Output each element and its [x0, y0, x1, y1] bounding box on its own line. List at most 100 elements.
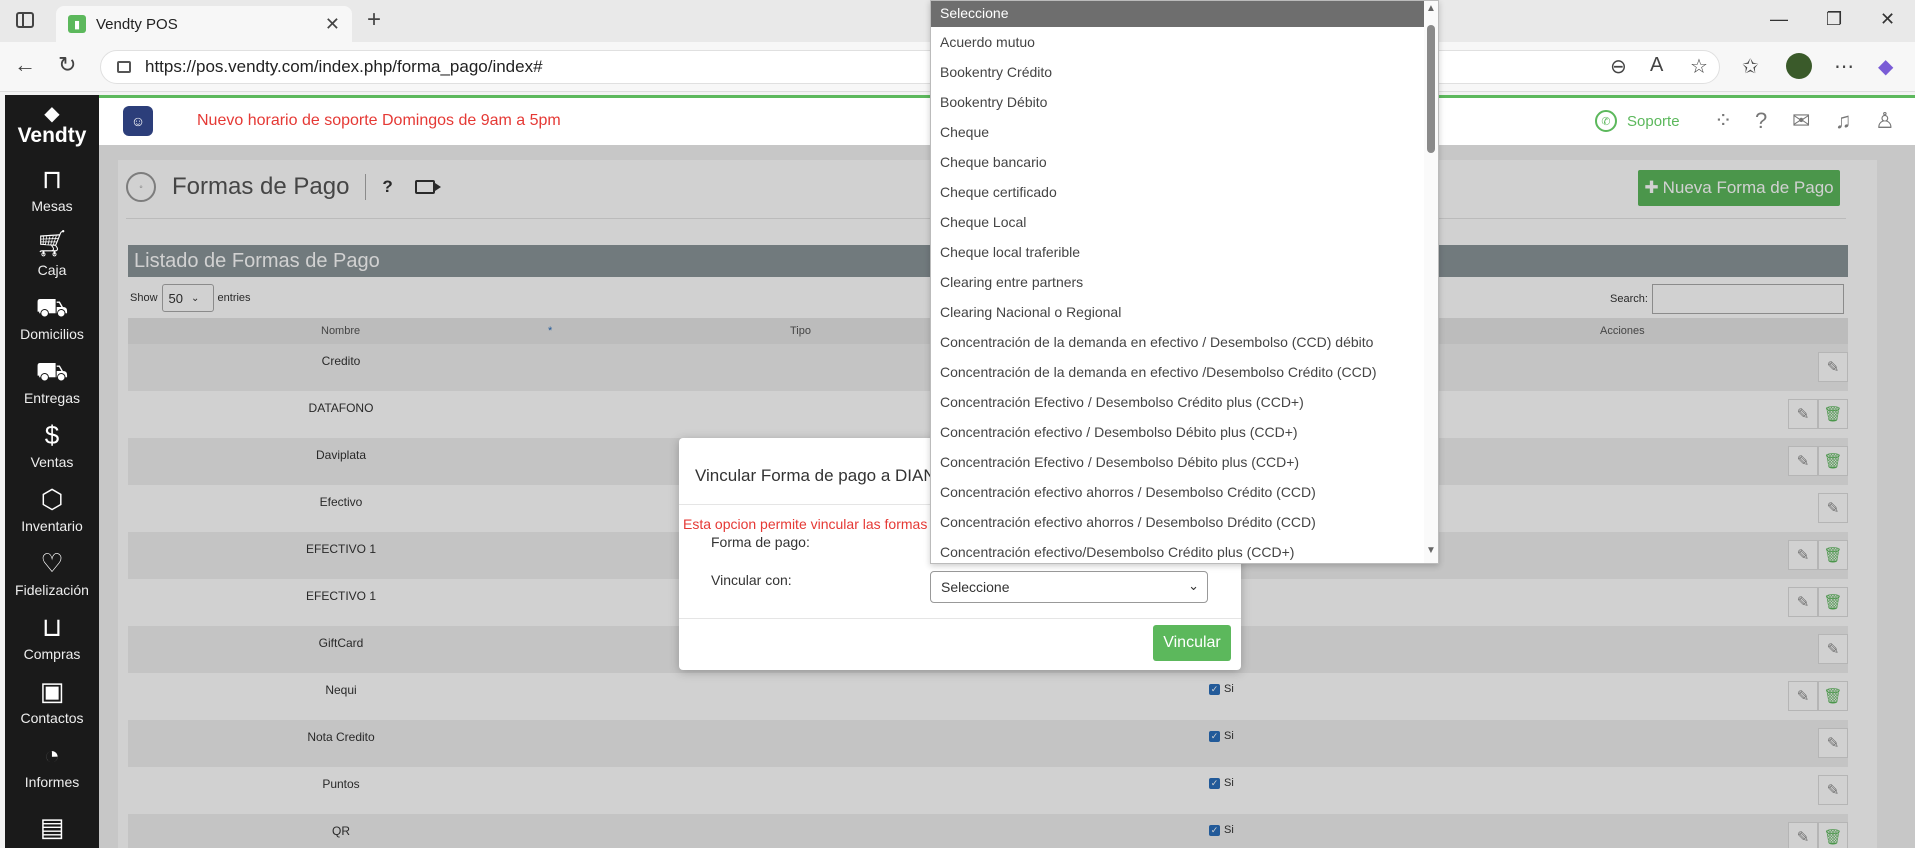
browser-tab[interactable]: ▮ Vendty POS ✕ [56, 6, 352, 42]
url-text: https://pos.vendty.com/index.php/forma_p… [145, 57, 543, 76]
cart-icon: 🛒︎ [35, 228, 69, 258]
pie-chart-icon: ◔ [44, 740, 60, 770]
vincular-button[interactable]: Vincular [1153, 625, 1231, 661]
dropdown-option[interactable]: Bookentry Crédito [931, 57, 1438, 87]
close-tab-icon[interactable]: ✕ [325, 14, 340, 35]
dropdown-option[interactable]: Cheque bancario [931, 147, 1438, 177]
modal-footer-divider [679, 618, 1241, 619]
sidebar-item-contactos[interactable]: ▣ Contactos [5, 669, 99, 733]
mail-icon[interactable]: ✉ [1792, 108, 1810, 134]
vendty-favicon-icon: ▮ [68, 15, 86, 33]
more-menu-icon[interactable]: ⋯ [1834, 54, 1854, 79]
sidebar-item-label: Caja [37, 262, 67, 278]
forma-pago-label: Forma de pago: [711, 534, 810, 550]
sidebar-item-label: Ventas [30, 454, 74, 470]
scroll-up-icon[interactable]: ▲ [1426, 3, 1436, 14]
modal-warning: Esta opcion permite vincular las formas [683, 516, 928, 532]
dropdown-option[interactable]: Clearing entre partners [931, 267, 1438, 297]
dropdown-option[interactable]: Concentración efectivo/Desembolso Crédit… [931, 537, 1438, 563]
app-sidebar: ◆ Vendty ⊓ Mesas 🛒︎ Caja ⛟ Domicilios ⛟ Entr… [5, 95, 99, 848]
modal-title: Vincular Forma de pago a DIAN [695, 466, 936, 485]
sidebar-item-entregas[interactable]: ⛟ Entregas [5, 349, 99, 413]
box-icon: ⬡ [40, 484, 64, 514]
sidebar-item-label: Compras [23, 646, 81, 662]
favorites-icon[interactable]: ✩ [1742, 54, 1759, 79]
bell-icon[interactable]: ♫ [1835, 108, 1852, 134]
dropdown-option[interactable]: Cheque [931, 117, 1438, 147]
dropdown-options: Seleccione Acuerdo mutuo Bookentry Crédito… [931, 1, 1438, 563]
site-info-icon[interactable] [117, 61, 131, 73]
vendty-logo[interactable]: ◆ Vendty [5, 95, 99, 157]
vincular-con-label: Vincular con: [711, 572, 792, 588]
sidebar-item-caja[interactable]: 🛒︎ Caja [5, 221, 99, 285]
shopping-bag-icon: ⊔ [41, 612, 63, 642]
dropdown-option[interactable]: Concentración efectivo ahorros / Desembo… [931, 477, 1438, 507]
sidebar-item-mesas[interactable]: ⊓ Mesas [5, 157, 99, 221]
support-label: Soporte [1627, 112, 1680, 130]
help-icon[interactable]: ? [1755, 108, 1767, 134]
dropdown-option[interactable]: Bookentry Débito [931, 87, 1438, 117]
sidebar-item-domicilios[interactable]: ⛟ Domicilios [5, 285, 99, 349]
vendty-logo-icon: ◆ [44, 103, 60, 125]
dropdown-option[interactable]: Concentración de la demanda en efectivo … [931, 327, 1438, 357]
restore-icon[interactable]: ❐ [1826, 9, 1842, 30]
sidebar-item-label: Mesas [31, 198, 73, 214]
copilot-icon[interactable]: ◆ [1878, 54, 1893, 79]
dropdown-option-selected[interactable]: Seleccione [931, 1, 1438, 27]
scrollbar-thumb[interactable] [1427, 25, 1435, 153]
support-bot-icon[interactable]: ☺ [123, 106, 153, 136]
whatsapp-icon: ✆ [1595, 110, 1617, 132]
sidebar-item-label: Informes [24, 774, 80, 790]
sidebar-item-fidelizacion[interactable]: ♡ Fidelización [5, 541, 99, 605]
logo-text: Vendty [17, 124, 87, 147]
zoom-out-icon[interactable]: ⊖ [1610, 54, 1627, 79]
back-icon[interactable]: ← [14, 52, 36, 78]
register-icon: ▤ [39, 812, 65, 842]
truck-icon: ⛟ [35, 356, 69, 386]
dropdown-option[interactable]: Concentración Efectivo / Desembolso Créd… [931, 387, 1438, 417]
sidebar-item-ventas[interactable]: $ Ventas [5, 413, 99, 477]
minimize-icon[interactable]: — [1770, 9, 1788, 30]
sidebar-toggle-icon[interactable] [16, 12, 34, 28]
dropdown-scrollbar[interactable]: ▲ ▼ [1424, 1, 1438, 563]
sidebar-item-informes[interactable]: ◔ Informes [5, 733, 99, 797]
support-link[interactable]: ✆ Soporte [1595, 110, 1680, 132]
sidebar-item-label: Domicilios [20, 326, 84, 342]
sidebar-item-inventario[interactable]: ⬡ Inventario [5, 477, 99, 541]
chevron-down-icon: ⌄ [1188, 578, 1199, 593]
close-window-icon[interactable]: ✕ [1880, 9, 1895, 30]
dropdown-option[interactable]: Cheque local traferible [931, 237, 1438, 267]
dropdown-option[interactable]: Concentración de la demanda en efectivo … [931, 357, 1438, 387]
dropdown-option[interactable]: Concentración Efectivo / Desembolso Débi… [931, 447, 1438, 477]
sidebar-item-compras[interactable]: ⊔ Compras [5, 605, 99, 669]
dropdown-option[interactable]: Cheque certificado [931, 177, 1438, 207]
vincular-con-select[interactable]: Seleccione ⌄ [930, 571, 1208, 603]
support-notice: Nuevo horario de soporte Domingos de 9am… [197, 112, 561, 129]
dropdown-option[interactable]: Concentración efectivo / Desembolso Débi… [931, 417, 1438, 447]
apps-grid-icon[interactable]: ⁘ [1714, 108, 1732, 134]
favorite-star-icon[interactable]: ☆ [1690, 54, 1708, 79]
new-tab-icon[interactable]: + [367, 6, 381, 34]
sidebar-item-label: Inventario [21, 518, 83, 534]
vincular-options-dropdown: Seleccione Acuerdo mutuo Bookentry Crédito… [930, 0, 1439, 564]
scroll-down-icon[interactable]: ▼ [1426, 545, 1436, 556]
sidebar-item-label: Entregas [23, 390, 81, 406]
dropdown-option[interactable]: Cheque Local [931, 207, 1438, 237]
read-aloud-icon[interactable]: A [1650, 54, 1663, 77]
sidebar-item-more[interactable]: ▤ [5, 797, 99, 848]
sidebar-item-label: Fidelización [15, 582, 89, 598]
tables-icon: ⊓ [41, 164, 63, 194]
tab-title: Vendty POS [96, 15, 178, 33]
money-bag-icon: $ [44, 420, 60, 450]
dropdown-option[interactable]: Acuerdo mutuo [931, 27, 1438, 57]
sidebar-item-label: Contactos [20, 710, 84, 726]
dropdown-option[interactable]: Concentración efectivo ahorros / Desembo… [931, 507, 1438, 537]
user-icon[interactable]: ♙ [1875, 108, 1895, 134]
profile-avatar[interactable] [1786, 53, 1812, 79]
heart-icon: ♡ [40, 548, 64, 578]
delivery-icon: ⛟ [35, 292, 69, 322]
url-field[interactable]: https://pos.vendty.com/index.php/forma_p… [100, 50, 1720, 84]
reload-icon[interactable]: ↻ [58, 52, 76, 78]
contacts-icon: ▣ [39, 676, 65, 706]
dropdown-option[interactable]: Clearing Nacional o Regional [931, 297, 1438, 327]
